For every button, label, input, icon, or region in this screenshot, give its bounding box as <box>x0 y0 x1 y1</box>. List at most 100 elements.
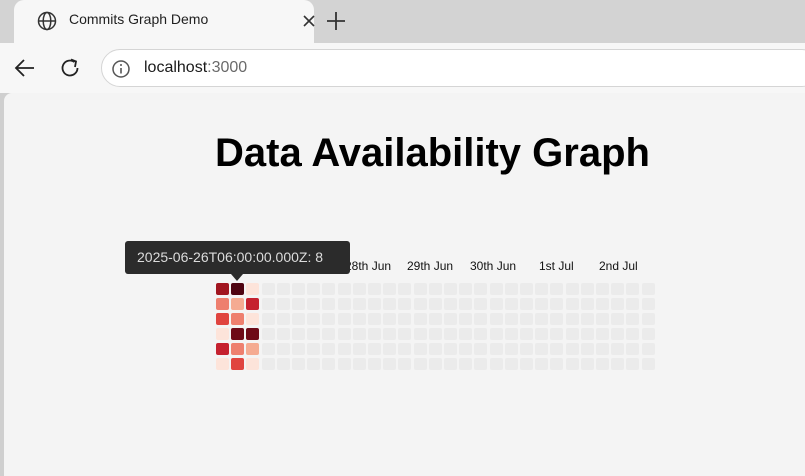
graph-cell[interactable] <box>444 358 457 370</box>
graph-cell[interactable] <box>216 343 229 355</box>
graph-cell[interactable] <box>413 298 427 310</box>
graph-cell[interactable] <box>368 313 381 325</box>
graph-cell[interactable] <box>352 313 366 325</box>
graph-cell[interactable] <box>489 283 503 295</box>
graph-cell[interactable] <box>459 358 473 370</box>
back-arrow-icon[interactable] <box>12 55 38 81</box>
browser-tab[interactable]: Commits Graph Demo <box>14 0 315 43</box>
graph-cell[interactable] <box>398 343 412 355</box>
graph-cell[interactable] <box>337 313 351 325</box>
graph-cell[interactable] <box>276 313 290 325</box>
graph-cell[interactable] <box>307 358 321 370</box>
graph-cell[interactable] <box>322 328 336 340</box>
graph-cell[interactable] <box>307 283 321 295</box>
graph-cell[interactable] <box>216 283 229 295</box>
graph-cell[interactable] <box>550 328 564 340</box>
graph-cell[interactable] <box>565 328 579 340</box>
graph-cell[interactable] <box>246 343 260 355</box>
graph-cell[interactable] <box>535 343 549 355</box>
info-icon[interactable] <box>110 58 132 80</box>
graph-cell[interactable] <box>520 343 533 355</box>
graph-cell[interactable] <box>596 313 609 325</box>
graph-cell[interactable] <box>398 283 412 295</box>
graph-cell[interactable] <box>307 343 321 355</box>
graph-cell[interactable] <box>368 343 381 355</box>
graph-cell[interactable] <box>459 328 473 340</box>
graph-cell[interactable] <box>611 298 625 310</box>
graph-cell[interactable] <box>261 283 275 295</box>
graph-cell[interactable] <box>246 298 260 310</box>
graph-cell[interactable] <box>459 283 473 295</box>
new-tab-icon[interactable] <box>323 8 349 34</box>
graph-cell[interactable] <box>580 283 594 295</box>
graph-cell[interactable] <box>246 313 260 325</box>
graph-cell[interactable] <box>337 283 351 295</box>
graph-cell[interactable] <box>474 283 488 295</box>
graph-cell[interactable] <box>322 358 336 370</box>
graph-cell[interactable] <box>276 343 290 355</box>
graph-cell[interactable] <box>383 283 397 295</box>
graph-cell[interactable] <box>565 298 579 310</box>
graph-cell[interactable] <box>504 298 518 310</box>
graph-cell[interactable] <box>504 343 518 355</box>
graph-cell[interactable] <box>535 328 549 340</box>
graph-cell[interactable] <box>231 283 245 295</box>
graph-cell[interactable] <box>444 313 457 325</box>
graph-cell[interactable] <box>398 328 412 340</box>
graph-cell[interactable] <box>474 298 488 310</box>
graph-cell[interactable] <box>337 358 351 370</box>
graph-cell[interactable] <box>596 283 609 295</box>
graph-cell[interactable] <box>550 343 564 355</box>
graph-cell[interactable] <box>580 298 594 310</box>
graph-cell[interactable] <box>596 358 609 370</box>
graph-cell[interactable] <box>398 313 412 325</box>
graph-cell[interactable] <box>626 283 640 295</box>
reload-icon[interactable] <box>57 55 83 81</box>
graph-cell[interactable] <box>580 328 594 340</box>
graph-cell[interactable] <box>428 328 442 340</box>
graph-cell[interactable] <box>352 358 366 370</box>
graph-cell[interactable] <box>383 328 397 340</box>
graph-cell[interactable] <box>504 328 518 340</box>
graph-cell[interactable] <box>292 328 305 340</box>
graph-cell[interactable] <box>292 343 305 355</box>
close-icon[interactable] <box>299 11 319 31</box>
graph-cell[interactable] <box>489 328 503 340</box>
graph-cell[interactable] <box>520 283 533 295</box>
graph-cell[interactable] <box>611 313 625 325</box>
graph-cell[interactable] <box>520 298 533 310</box>
graph-cell[interactable] <box>596 328 609 340</box>
graph-cell[interactable] <box>261 358 275 370</box>
graph-cell[interactable] <box>489 298 503 310</box>
graph-cell[interactable] <box>641 283 655 295</box>
graph-cell[interactable] <box>337 298 351 310</box>
graph-cell[interactable] <box>337 343 351 355</box>
graph-cell[interactable] <box>261 313 275 325</box>
graph-cell[interactable] <box>580 343 594 355</box>
graph-cell[interactable] <box>626 298 640 310</box>
graph-cell[interactable] <box>231 298 245 310</box>
graph-cell[interactable] <box>231 328 245 340</box>
graph-cell[interactable] <box>474 358 488 370</box>
graph-cell[interactable] <box>352 343 366 355</box>
graph-cell[interactable] <box>216 328 229 340</box>
graph-cell[interactable] <box>322 283 336 295</box>
graph-cell[interactable] <box>580 358 594 370</box>
graph-cell[interactable] <box>504 283 518 295</box>
graph-cell[interactable] <box>292 358 305 370</box>
graph-cell[interactable] <box>352 298 366 310</box>
graph-cell[interactable] <box>383 358 397 370</box>
graph-cell[interactable] <box>489 313 503 325</box>
graph-cell[interactable] <box>292 283 305 295</box>
graph-cell[interactable] <box>216 358 229 370</box>
graph-cell[interactable] <box>216 298 229 310</box>
graph-cell[interactable] <box>626 328 640 340</box>
graph-cell[interactable] <box>626 358 640 370</box>
graph-cell[interactable] <box>474 343 488 355</box>
graph-cell[interactable] <box>535 313 549 325</box>
graph-cell[interactable] <box>596 343 609 355</box>
graph-cell[interactable] <box>550 298 564 310</box>
graph-cell[interactable] <box>398 298 412 310</box>
graph-cell[interactable] <box>428 313 442 325</box>
graph-cell[interactable] <box>535 358 549 370</box>
